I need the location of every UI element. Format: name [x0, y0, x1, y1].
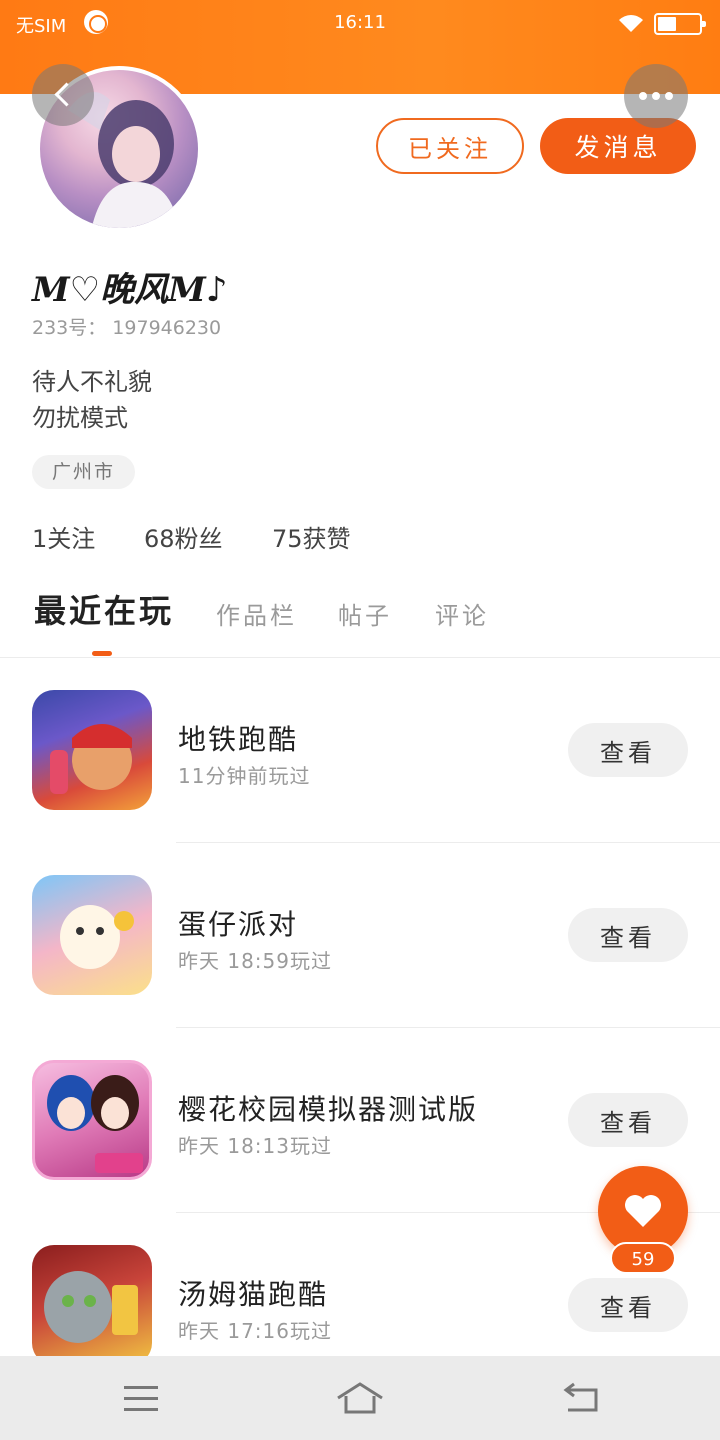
location-tag: 广州市 [32, 455, 136, 489]
game-name: 汤姆猫跑酷 [178, 1278, 329, 1311]
bio: 待人不礼貌 勿扰模式 [32, 364, 152, 436]
tab-comments[interactable]: 评论 [435, 596, 489, 631]
back-nav-icon[interactable] [560, 1382, 600, 1414]
user-id: 233号： 197946230 [32, 317, 222, 339]
send-message-button[interactable]: 发消息 [540, 118, 696, 174]
game-name: 樱花校园模拟器测试版 [178, 1093, 479, 1126]
game-icon [32, 1245, 152, 1365]
back-button[interactable] [32, 64, 94, 126]
profile-tabs: 最近在玩 作品栏 帖子 评论 [0, 586, 720, 658]
view-button[interactable]: 查看 [568, 908, 688, 962]
game-played-time: 昨天 18:13玩过 [178, 1134, 332, 1158]
fans-count[interactable]: 68粉丝 [144, 519, 223, 554]
tab-posts[interactable]: 帖子 [338, 596, 392, 631]
game-played-time: 昨天 17:16玩过 [178, 1319, 332, 1343]
list-item[interactable]: 地铁跑酷 11分钟前玩过 查看 [0, 690, 720, 875]
game-icon [32, 1060, 152, 1180]
view-button[interactable]: 查看 [568, 1093, 688, 1147]
game-name: 地铁跑酷 [178, 723, 299, 756]
tab-recent-play[interactable]: 最近在玩 [34, 586, 174, 632]
game-played-time: 11分钟前玩过 [178, 764, 311, 788]
nickname: M♡晚风M♪ [32, 270, 228, 310]
heart-icon [625, 1195, 661, 1227]
list-item[interactable]: 蛋仔派对 昨天 18:59玩过 查看 [0, 875, 720, 1060]
tab-works[interactable]: 作品栏 [216, 596, 297, 631]
view-button[interactable]: 查看 [568, 1278, 688, 1332]
like-count-badge: 59 [610, 1242, 676, 1274]
status-time: 16:11 [334, 12, 386, 33]
game-name: 蛋仔派对 [178, 908, 299, 941]
game-icon [32, 875, 152, 995]
following-count[interactable]: 1关注 [32, 519, 95, 554]
wifi-icon [616, 12, 646, 39]
divider [176, 842, 720, 843]
menu-icon[interactable] [124, 1386, 158, 1412]
divider [176, 1027, 720, 1028]
tab-active-indicator [92, 651, 112, 656]
game-icon [32, 690, 152, 810]
view-button[interactable]: 查看 [568, 723, 688, 777]
followed-button[interactable]: 已关注 [376, 118, 524, 174]
bio-line: 勿扰模式 [32, 404, 128, 432]
more-dots-icon[interactable] [624, 64, 688, 128]
home-icon[interactable] [336, 1380, 384, 1416]
system-nav-bar [0, 1356, 720, 1440]
likes-count[interactable]: 75获赞 [272, 519, 351, 554]
battery-icon [654, 13, 706, 35]
bio-line: 待人不礼貌 [32, 368, 152, 396]
game-played-time: 昨天 18:59玩过 [178, 949, 332, 973]
